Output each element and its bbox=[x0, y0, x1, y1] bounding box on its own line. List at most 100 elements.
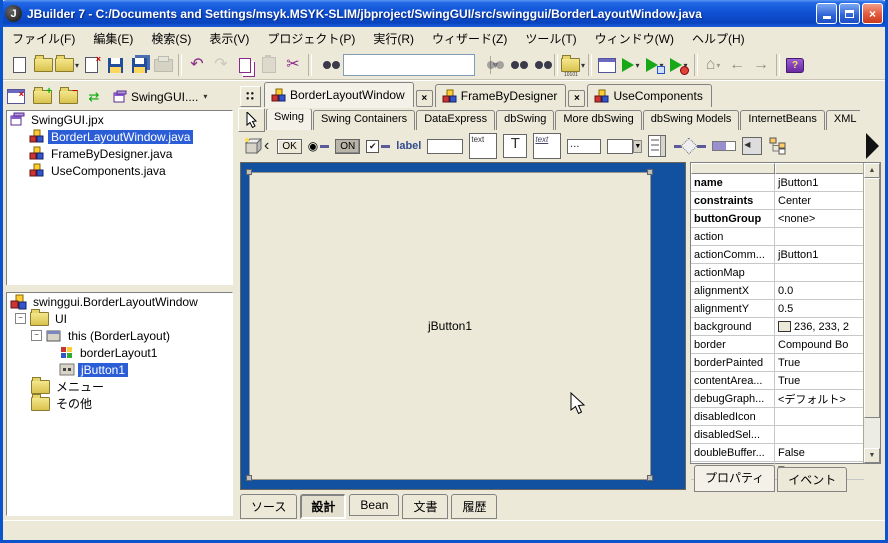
palette-jbutton[interactable]: OK bbox=[277, 134, 301, 158]
find-button[interactable] bbox=[315, 53, 339, 77]
tree-node-project-root[interactable]: SwingGUI.jpx bbox=[7, 111, 232, 128]
search-help-button[interactable] bbox=[503, 53, 527, 77]
menu-view[interactable]: 表示(V) bbox=[200, 27, 258, 50]
menu-run[interactable]: 実行(R) bbox=[364, 27, 423, 50]
bean-chooser-button[interactable] bbox=[240, 134, 264, 158]
save-all-button[interactable] bbox=[127, 53, 151, 77]
palette-jtextarea[interactable]: text bbox=[469, 134, 497, 158]
scrollbar-thumb[interactable] bbox=[864, 178, 880, 418]
print-button[interactable] bbox=[151, 53, 175, 77]
palette-jcheckbox[interactable]: ✔ bbox=[366, 134, 390, 158]
tab-doc[interactable]: 文書 bbox=[402, 494, 448, 519]
tree-node-ui-folder[interactable]: − UI bbox=[7, 310, 232, 327]
close-tab-button[interactable]: × bbox=[568, 90, 585, 107]
property-value[interactable]: <none> bbox=[775, 210, 864, 227]
inspector-scrollbar[interactable]: ▲ ▼ bbox=[863, 163, 880, 463]
menu-window[interactable]: ウィンドウ(W) bbox=[586, 27, 683, 50]
search-combobox[interactable]: ▼ bbox=[343, 54, 475, 76]
menu-project[interactable]: プロジェクト(P) bbox=[258, 27, 364, 50]
tab-properties[interactable]: プロパティ bbox=[694, 465, 775, 492]
value-column-header[interactable] bbox=[775, 163, 864, 174]
property-row[interactable]: borderPaintedTrue bbox=[691, 354, 864, 372]
menu-wizard[interactable]: ウィザード(Z) bbox=[423, 27, 516, 50]
palette-jtextpane[interactable]: T bbox=[503, 134, 527, 158]
property-row[interactable]: namejButton1 bbox=[691, 174, 864, 192]
open-project-button[interactable]: ▾ bbox=[55, 53, 79, 77]
scroll-up-button[interactable]: ▲ bbox=[864, 163, 880, 178]
property-value[interactable]: 236, 233, 2 bbox=[775, 318, 864, 335]
tab-framebydesigner[interactable]: FrameByDesigner bbox=[435, 84, 567, 107]
refresh-button[interactable]: ⇄ bbox=[84, 88, 104, 106]
tree-node-menu-folder[interactable]: メニュー bbox=[7, 378, 232, 395]
property-value[interactable]: jButton1 bbox=[775, 246, 864, 263]
menu-edit[interactable]: 編集(E) bbox=[84, 27, 142, 50]
help-button[interactable]: ? bbox=[783, 53, 807, 77]
property-value[interactable]: jButton1 bbox=[775, 174, 864, 191]
property-value[interactable]: False bbox=[775, 444, 864, 461]
debug-button[interactable]: ▾ bbox=[643, 53, 667, 77]
close-tab-button[interactable]: × bbox=[416, 90, 433, 107]
palette-tab-more-dbswing[interactable]: More dbSwing bbox=[555, 110, 641, 130]
property-value[interactable]: 0.5 bbox=[775, 300, 864, 317]
tab-events[interactable]: イベント bbox=[777, 467, 847, 492]
palette-jcombobox[interactable]: ▼ bbox=[607, 134, 642, 158]
selection-handle-se[interactable] bbox=[647, 475, 653, 481]
cut-button[interactable]: ✂ bbox=[281, 53, 305, 77]
project-selector[interactable]: SwingGUI.... ▾ bbox=[110, 89, 210, 105]
search-input[interactable] bbox=[344, 56, 490, 74]
tab-source[interactable]: ソース bbox=[240, 494, 297, 519]
copy-button[interactable] bbox=[233, 53, 257, 77]
palette-jpasswordfield[interactable]: ... bbox=[567, 134, 601, 158]
tab-history[interactable]: 履歴 bbox=[451, 494, 497, 519]
run-button[interactable]: ▾ bbox=[619, 53, 643, 77]
palette-jtogglebutton[interactable]: ON bbox=[335, 134, 360, 158]
title-bar[interactable]: J JBuilder 7 - C:/Documents and Settings… bbox=[0, 0, 888, 27]
palette-jtree[interactable] bbox=[768, 134, 788, 158]
palette-scroll-right-icon[interactable] bbox=[866, 133, 879, 159]
paste-button[interactable] bbox=[257, 53, 281, 77]
panel-splitter[interactable] bbox=[3, 285, 235, 292]
home-button[interactable]: ⌂▾ bbox=[701, 53, 725, 77]
make-project-button[interactable]: 10101▾ bbox=[561, 53, 585, 77]
property-row[interactable]: background236, 233, 2 bbox=[691, 318, 864, 336]
palette-tab-internetbeans[interactable]: InternetBeans bbox=[740, 110, 825, 130]
palette-jscrollbar[interactable] bbox=[672, 134, 706, 158]
back-button[interactable]: ← bbox=[725, 53, 749, 77]
maximize-button[interactable] bbox=[839, 3, 860, 24]
selection-handle-nw[interactable] bbox=[246, 169, 252, 175]
designer-canvas[interactable]: jButton1 bbox=[240, 162, 686, 490]
find-in-path-button[interactable] bbox=[527, 53, 551, 77]
palette-tab-swing-containers[interactable]: Swing Containers bbox=[313, 110, 415, 130]
property-row[interactable]: disabledSel... bbox=[691, 426, 864, 444]
tab-design[interactable]: 設計 bbox=[300, 494, 346, 519]
tree-node-other-folder[interactable]: その他 bbox=[7, 395, 232, 412]
menu-search[interactable]: 検索(S) bbox=[142, 27, 200, 50]
selection-handle-sw[interactable] bbox=[246, 475, 252, 481]
property-row[interactable]: action bbox=[691, 228, 864, 246]
tree-node-file[interactable]: BorderLayoutWindow.java bbox=[7, 128, 232, 145]
menu-file[interactable]: ファイル(F) bbox=[3, 27, 84, 50]
property-row[interactable]: constraintsCenter bbox=[691, 192, 864, 210]
property-value[interactable] bbox=[775, 228, 864, 245]
tree-node-this-frame[interactable]: − this (BorderLayout) bbox=[7, 327, 232, 344]
property-row[interactable]: alignmentX0.0 bbox=[691, 282, 864, 300]
save-button[interactable] bbox=[103, 53, 127, 77]
palette-tab-swing[interactable]: Swing bbox=[266, 109, 312, 130]
tree-node-jbutton[interactable]: jButton1 bbox=[7, 361, 232, 378]
tab-bean[interactable]: Bean bbox=[349, 494, 399, 516]
palette-tab-dbswing-models[interactable]: dbSwing Models bbox=[643, 110, 740, 130]
close-project-button[interactable]: × bbox=[6, 88, 26, 106]
tree-node-file[interactable]: UseComponents.java bbox=[7, 162, 232, 179]
property-value[interactable]: True bbox=[775, 354, 864, 371]
tree-node-file[interactable]: FrameByDesigner.java bbox=[7, 145, 232, 162]
undo-button[interactable]: ↶ bbox=[185, 53, 209, 77]
palette-jtextfield[interactable] bbox=[427, 134, 463, 158]
property-row[interactable]: actionComm...jButton1 bbox=[691, 246, 864, 264]
property-value[interactable] bbox=[775, 408, 864, 425]
palette-jlist[interactable] bbox=[648, 134, 666, 158]
profile-button[interactable]: ▾ bbox=[667, 53, 691, 77]
property-value[interactable] bbox=[775, 426, 864, 443]
palette-tab-dataexpress[interactable]: DataExpress bbox=[416, 110, 495, 130]
close-file-button[interactable]: × bbox=[79, 53, 103, 77]
palette-tab-xml[interactable]: XML bbox=[826, 110, 860, 130]
